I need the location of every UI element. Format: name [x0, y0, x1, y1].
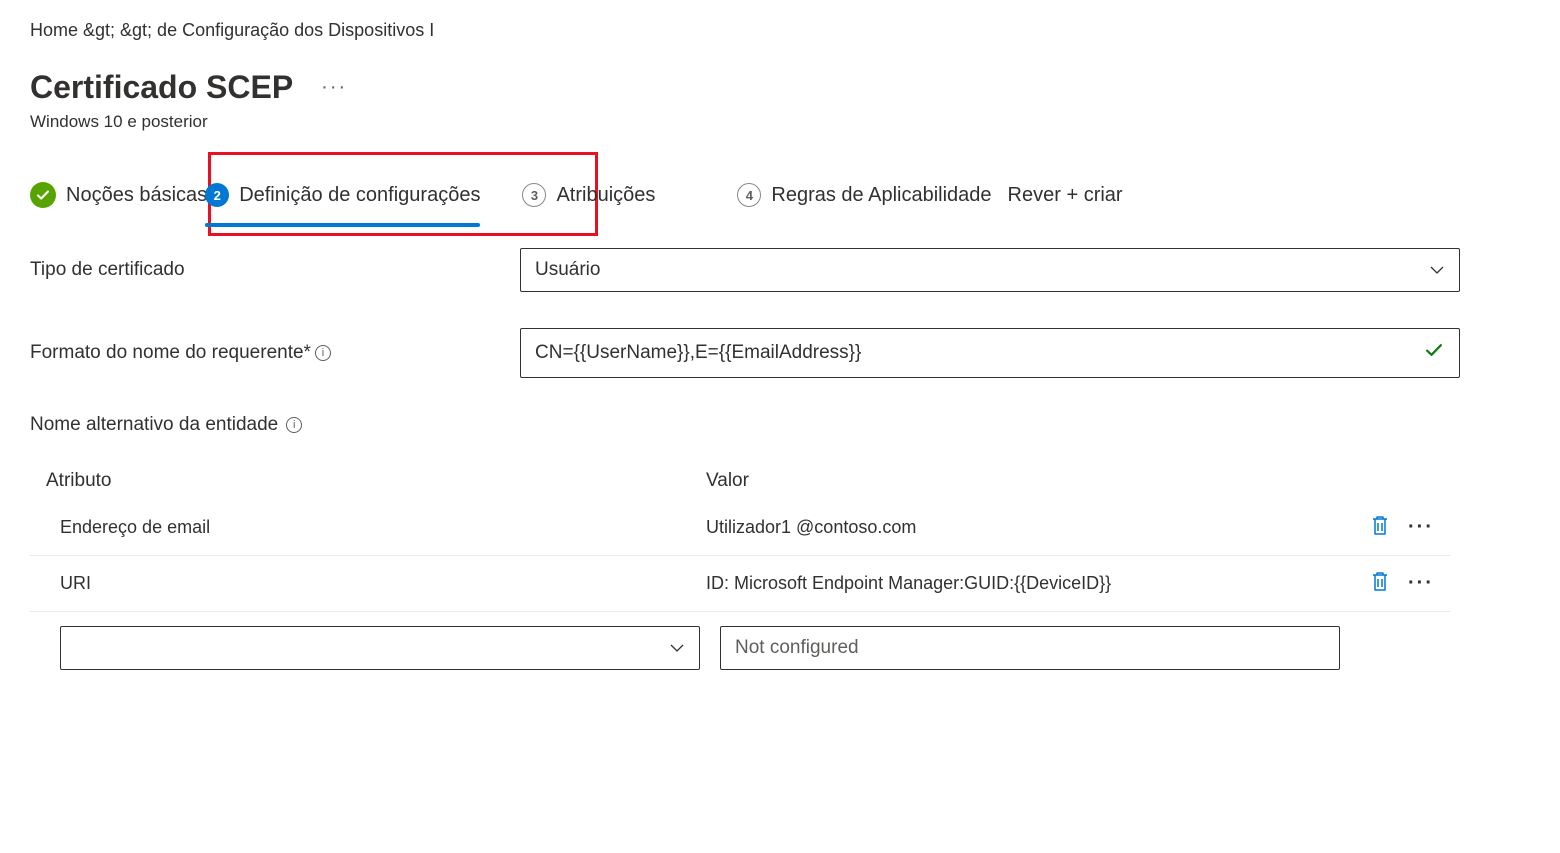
cert-type-dropdown[interactable]: Usuário: [520, 248, 1460, 292]
chevron-down-icon: [1429, 262, 1445, 278]
info-icon[interactable]: i: [315, 345, 331, 361]
valid-check-icon: [1423, 339, 1445, 367]
san-header-attr: Atributo: [46, 470, 706, 492]
san-row: URI ID: Microsoft Endpoint Manager:GUID:…: [30, 556, 1450, 612]
san-header-val: Valor: [706, 470, 1434, 492]
san-table-header: Atributo Valor: [30, 462, 1450, 500]
subject-name-label-text: Formato do nome do requerente*: [30, 342, 311, 364]
san-row-val: ID: Microsoft Endpoint Manager:GUID:{{De…: [706, 573, 1370, 594]
san-row: Endereço de email Utilizador1 @contoso.c…: [30, 500, 1450, 556]
subject-name-input[interactable]: CN={{UserName}},E={{EmailAddress}}: [520, 328, 1460, 378]
new-san-value-input[interactable]: Not configured: [720, 626, 1340, 670]
san-row-val: Utilizador1 @contoso.com: [706, 517, 1370, 538]
tab-assignments[interactable]: 3 Atribuições: [522, 183, 655, 207]
new-san-attr-dropdown[interactable]: [60, 626, 700, 670]
page-title: Certificado SCEP: [30, 69, 293, 106]
row-more-button[interactable]: ···: [1408, 516, 1434, 539]
tab-basics[interactable]: Noções básicas: [30, 182, 207, 208]
tab-applicability[interactable]: 4 Regras de Aplicabilidade: [737, 183, 991, 207]
check-icon: [30, 182, 56, 208]
san-section-label: Nome alternativo da entidade i: [30, 414, 1530, 436]
page-subtitle: Windows 10 e posterior: [30, 112, 1530, 132]
san-new-row: Not configured: [30, 612, 1450, 684]
subject-name-value: CN={{UserName}},E={{EmailAddress}}: [535, 342, 861, 364]
active-tab-underline: [205, 223, 480, 227]
cert-type-value: Usuário: [535, 259, 600, 281]
san-row-attr: URI: [60, 573, 706, 594]
tab-label: Atribuições: [556, 184, 655, 207]
delete-row-button[interactable]: [1370, 570, 1390, 597]
tab-label: Definição de configurações: [239, 184, 480, 207]
step-number-icon: 3: [522, 183, 546, 207]
tab-label: Rever + criar: [1008, 184, 1123, 207]
delete-row-button[interactable]: [1370, 514, 1390, 541]
san-label-text: Nome alternativo da entidade: [30, 414, 278, 436]
info-icon[interactable]: i: [286, 417, 302, 433]
step-number-icon: 2: [205, 183, 229, 207]
tab-review-create[interactable]: Rever + criar: [1008, 184, 1123, 207]
step-number-icon: 4: [737, 183, 761, 207]
row-more-button[interactable]: ···: [1408, 572, 1434, 595]
subject-name-label: Formato do nome do requerente* i: [30, 342, 500, 364]
san-row-attr: Endereço de email: [60, 517, 706, 538]
tab-label: Noções básicas: [66, 184, 207, 207]
chevron-down-icon: [669, 640, 685, 656]
san-table: Atributo Valor Endereço de email Utiliza…: [30, 462, 1450, 684]
cert-type-label: Tipo de certificado: [30, 259, 500, 281]
tab-config-settings[interactable]: 2 Definição de configurações: [205, 183, 480, 207]
breadcrumb[interactable]: Home &gt; &gt; de Configuração dos Dispo…: [30, 20, 1530, 41]
tab-label: Regras de Aplicabilidade: [771, 184, 991, 207]
wizard-tabs: Noções básicas 2 Definição de configuraç…: [30, 182, 1530, 208]
more-actions-button[interactable]: ···: [321, 76, 347, 99]
